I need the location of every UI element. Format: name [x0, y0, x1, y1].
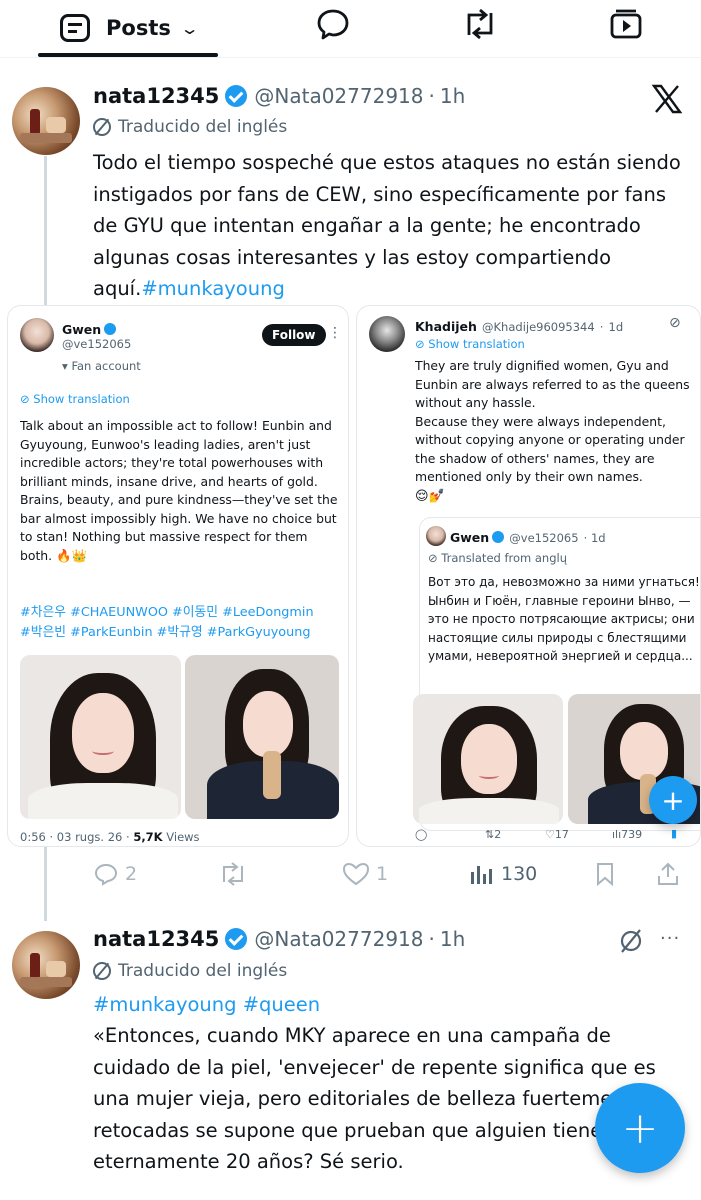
fan-account-label: ▾ Fan account	[62, 359, 141, 373]
retweet-icon[interactable]	[458, 4, 502, 44]
chevron-down-icon[interactable]: ⌄	[180, 19, 200, 38]
post-header: nata12345 @Nata02772918 · 1h	[93, 927, 465, 951]
display-name: Gwen	[62, 322, 102, 337]
heart-icon	[342, 862, 370, 886]
quoted-text: Talk about an impossible act to follow! …	[20, 418, 338, 563]
hashtag-link[interactable]: #munkayoung #queen	[93, 989, 683, 1021]
views-button[interactable]: 130	[469, 862, 537, 886]
avatar	[369, 316, 405, 352]
user-handle[interactable]: @Nata02772918	[254, 927, 423, 951]
attached-image-1[interactable]: Gwen @ve152065 Follow ⋮ ▾ Fan account ⊘ …	[7, 305, 349, 847]
translated-label[interactable]: Traducido del inglés	[93, 117, 287, 137]
retweet-button[interactable]	[218, 862, 248, 886]
avatar[interactable]	[12, 87, 80, 155]
hashtags: #차은우 #CHAEUNWOO #이동민 #LeeDongmin #박은빈 #P…	[20, 605, 314, 640]
video-icon[interactable]	[604, 4, 648, 44]
translated-label[interactable]: Traducido del inglés	[93, 961, 287, 981]
more-options-icon[interactable]: ···	[660, 928, 680, 949]
post-time[interactable]: 1h	[440, 927, 465, 951]
verified-badge-icon	[104, 323, 117, 335]
share-icon	[658, 862, 678, 885]
quoted-header: Khadijeh @Khadije96095344 · 1d	[415, 319, 624, 334]
bookmark-icon: ▮	[671, 827, 678, 840]
bar-chart-icon	[471, 866, 492, 884]
translate-icon: ⊘	[20, 392, 34, 406]
bar-chart-icon: ılı	[612, 828, 622, 841]
translate-icon	[93, 118, 111, 136]
reply-button[interactable]: 2	[93, 862, 137, 886]
separator-dot: ·	[428, 927, 435, 951]
translate-icon	[93, 962, 111, 980]
post-body: Todo el tiempo sospeché que estos ataque…	[93, 147, 683, 305]
display-name[interactable]: nata12345	[93, 84, 219, 108]
retweet-icon	[223, 862, 243, 886]
avatar	[426, 526, 446, 546]
reply-icon: ◯	[415, 828, 428, 841]
like-stat: ♡ 17	[545, 828, 569, 841]
display-name[interactable]: nata12345	[93, 927, 219, 951]
grok-icon[interactable]	[618, 928, 644, 958]
reply-count: 2	[125, 863, 138, 885]
posts-icon	[60, 14, 90, 42]
quoted-text: They are truly dignified women, Gyu and …	[415, 358, 690, 484]
heart-icon: ♡	[545, 828, 555, 841]
view-count: 130	[501, 863, 538, 885]
like-button[interactable]: 1	[342, 862, 388, 886]
attached-image-2[interactable]: Khadijeh @Khadije96095344 · 1d ⊘ ⊘ Show …	[356, 305, 701, 847]
x-logo-icon	[651, 84, 683, 118]
user-handle[interactable]: @Nata02772918	[254, 84, 423, 108]
bookmark-button[interactable]	[594, 862, 616, 886]
quoted-text: Вот это да, невозможно за ними угнаться!…	[428, 575, 700, 664]
translated-text: Traducido del inglés	[118, 961, 288, 981]
tab-posts-label: Posts	[106, 16, 171, 40]
active-tab-indicator	[38, 53, 218, 57]
emoji: 😌💅	[415, 489, 445, 504]
top-tab-bar: Posts ⌄	[0, 0, 701, 58]
like-count: 1	[376, 863, 389, 885]
post-body-text: «Entonces, cuando MKY aparece en una cam…	[93, 1024, 656, 1174]
compose-button[interactable]: +	[595, 1083, 685, 1173]
verified-badge-icon	[225, 928, 248, 950]
show-translation-link: ⊘ Show translation	[415, 337, 525, 351]
user-handle: @ve152065	[62, 337, 132, 351]
reply-icon	[94, 863, 118, 886]
retweet-stat: ⇅ 2	[485, 828, 502, 841]
post-header: nata12345 @Nata02772918 · 1h	[93, 84, 465, 108]
more-icon: ⋮	[328, 325, 342, 341]
share-button[interactable]	[656, 862, 680, 886]
avatar[interactable]	[12, 931, 80, 999]
grok-icon: ⊘	[669, 315, 681, 331]
show-translation-link: ⊘ Show translation	[20, 392, 130, 406]
separator-dot: ·	[428, 84, 435, 108]
post-meta: 0:56 · 03 rugs. 26 · 5,7K Views	[20, 830, 200, 844]
avatar	[20, 318, 54, 352]
chat-bubble-icon[interactable]	[311, 4, 355, 44]
retweet-icon: ⇅	[485, 828, 495, 841]
portrait-photo	[185, 655, 339, 819]
portrait-photo	[413, 694, 563, 824]
hashtag-link[interactable]: #munkayoung	[141, 277, 285, 300]
translated-label: ⊘ Translated from anglų	[428, 551, 568, 565]
post-time[interactable]: 1h	[440, 84, 465, 108]
translated-text: Traducido del inglés	[118, 117, 288, 137]
follow-button: Follow	[262, 324, 326, 346]
translate-icon: ⊘	[415, 337, 429, 351]
compose-button: +	[649, 776, 697, 824]
tab-posts[interactable]: Posts ⌄	[38, 0, 218, 56]
bookmark-icon	[597, 863, 613, 886]
verified-badge-icon	[225, 85, 248, 107]
views-stat: ılı 739	[612, 828, 643, 841]
portrait-photo	[20, 655, 181, 819]
